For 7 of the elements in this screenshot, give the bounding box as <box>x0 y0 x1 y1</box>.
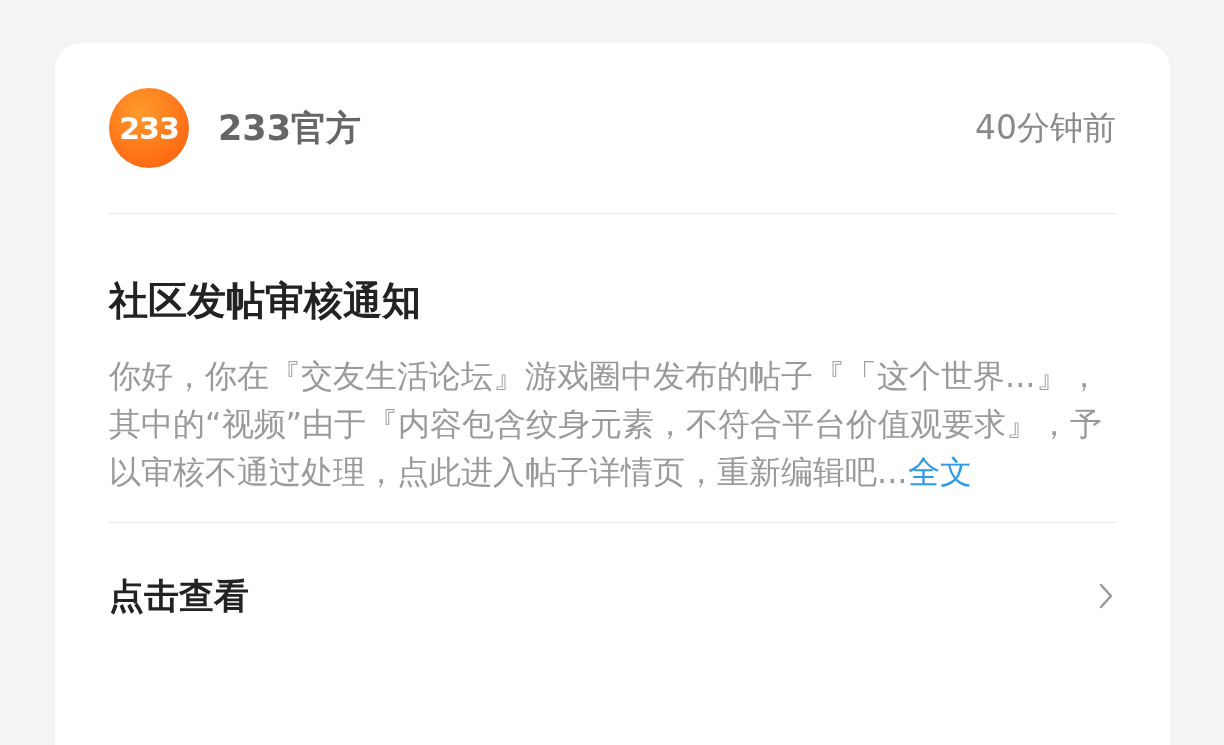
view-row[interactable]: 点击查看 <box>109 523 1116 669</box>
timestamp: 40分钟前 <box>975 106 1116 149</box>
avatar-logo: 233 <box>109 88 189 168</box>
notice-title: 社区发帖审核通知 <box>109 277 422 325</box>
notice-text: 你好，你在『交友生活论坛』游戏圈中发布的帖子『「这个世界...』，其中的“视频”由于『内容包含纹身元素，不符合平台价值观要求』，予以审核不通过处理，点此进入帖子详情页，重新编辑吧...全文 <box>109 352 1116 523</box>
chevron-right-icon <box>1098 582 1114 610</box>
sender-name: 233官方 <box>218 106 362 150</box>
